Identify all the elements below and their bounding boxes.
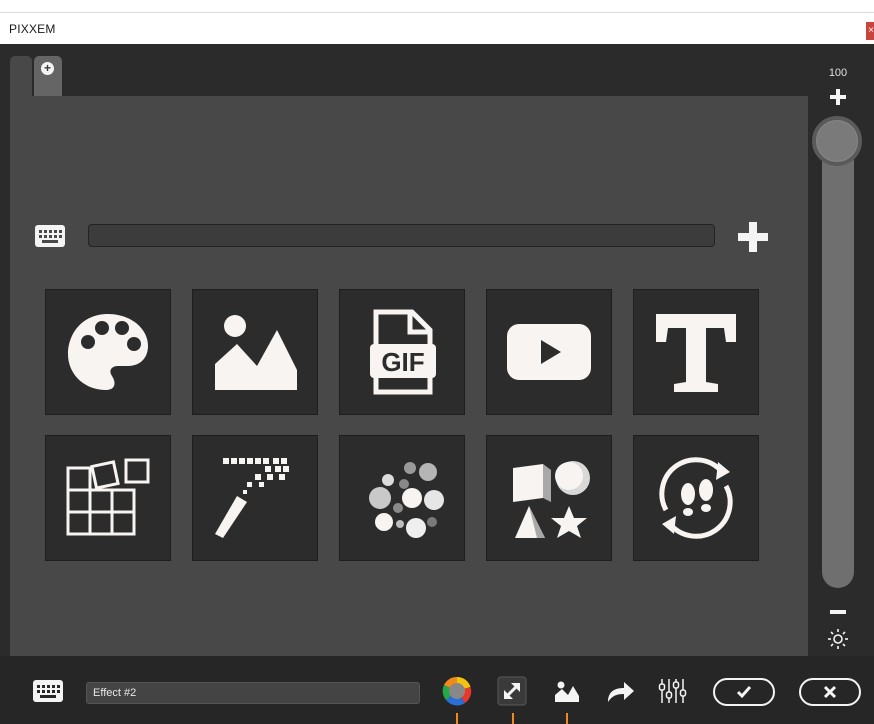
cancel-button[interactable] [799,678,861,706]
effect-name-field[interactable]: Effect #2 [86,682,420,704]
checkmark-icon [736,686,752,699]
gif-file-icon: GIF [370,309,436,395]
tile-gif[interactable]: GIF [339,289,465,415]
title-bar: PIXXEM × [0,12,874,44]
shapes-icon [513,461,590,538]
plus-circle-icon: + [41,62,54,75]
active-marker-image [566,713,568,724]
tab-active[interactable] [10,56,32,96]
effect-search-input[interactable] [88,224,715,247]
slider-decrease-button[interactable] [829,606,847,618]
tile-pixel-wand[interactable] [192,435,318,561]
bottom-toolbar: Effect #2 [0,656,874,724]
tile-image[interactable] [192,289,318,415]
tile-text[interactable] [633,289,759,415]
brightness-sun-icon [828,629,848,649]
mosaic-icon [66,458,150,536]
tile-mosaic[interactable] [45,435,171,561]
active-marker-color [456,713,458,724]
tile-palette[interactable] [45,289,171,415]
window-title: PIXXEM [9,22,56,36]
slider-increase-button[interactable] [829,88,847,106]
main-panel: GIF [10,96,808,656]
tile-shapes[interactable] [486,435,612,561]
keyboard-icon[interactable] [32,678,64,704]
particles-icon [369,462,444,538]
color-wheel-icon[interactable] [441,676,473,706]
close-x-icon [823,685,837,699]
slider-value-label: 100 [828,67,848,79]
sliders-adjust-icon[interactable] [657,676,689,706]
gif-label: GIF [381,347,424,377]
tile-footsteps-loop[interactable] [633,435,759,561]
app-area: + GIF 100 Effect #2 [0,44,874,724]
redo-arrow-icon[interactable] [604,676,636,706]
brightness-slider-thumb[interactable] [812,116,862,166]
video-play-icon [507,324,591,380]
image-icon[interactable] [552,676,580,706]
brightness-slider-track[interactable] [822,118,854,588]
keyboard-icon[interactable] [34,222,66,250]
add-tab-button[interactable]: + [34,56,62,96]
text-icon [656,314,736,392]
pixel-wand-icon [215,458,289,538]
add-icon[interactable] [736,220,770,254]
active-marker-resize [512,713,514,724]
close-button[interactable]: × [866,22,874,40]
image-icon [215,315,297,390]
tile-particles[interactable] [339,435,465,561]
tile-video[interactable] [486,289,612,415]
resize-icon[interactable] [496,676,528,706]
palette-icon [68,314,148,390]
footsteps-loop-icon [659,457,733,539]
confirm-button[interactable] [713,678,775,706]
